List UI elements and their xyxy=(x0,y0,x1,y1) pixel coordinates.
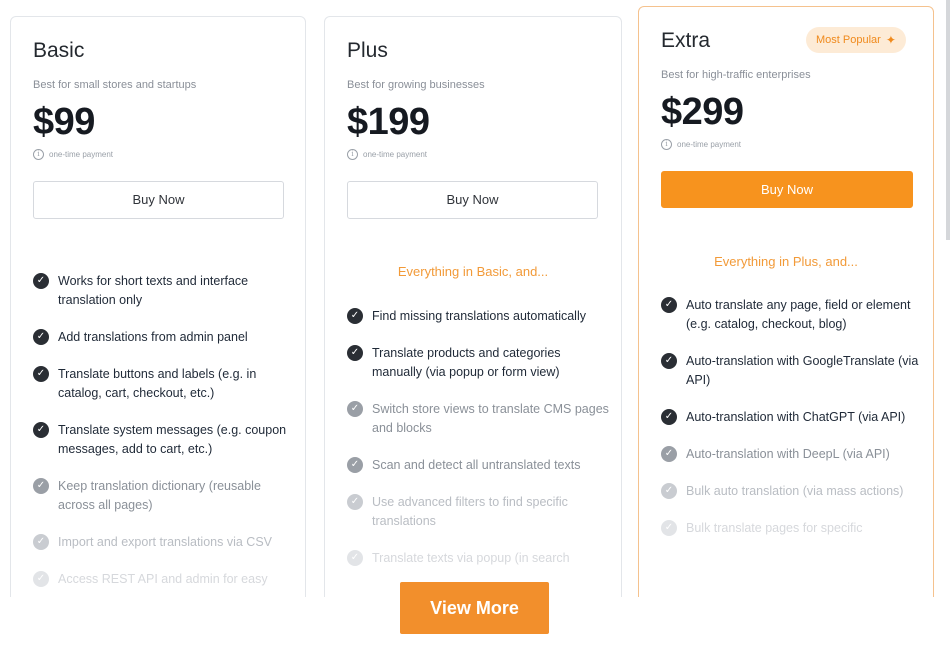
list-item: ✓ Auto-translation with ChatGPT (via API) xyxy=(661,408,925,427)
plan-name: Extra xyxy=(661,29,711,52)
feature-list: ✓ Find missing translations automatically… xyxy=(347,307,613,586)
feature-text: Translate products and categories manual… xyxy=(372,346,561,379)
sparkle-icon: ✦ xyxy=(885,33,896,47)
payment-note-text: one-time payment xyxy=(49,150,114,159)
feature-text: Translate texts via popup (in search xyxy=(372,551,570,565)
list-item: ✓ Import and export translations via CSV xyxy=(33,533,297,552)
feature-text: Translate buttons and labels (e.g. in ca… xyxy=(58,367,257,400)
list-item: ✓ Works for short texts and interface tra… xyxy=(33,272,297,310)
feature-text: Import and export translations via CSV xyxy=(58,535,272,549)
payment-note: i one-time payment xyxy=(661,139,741,150)
feature-text: Add translations from admin panel xyxy=(58,330,248,344)
plan-price: $199 xyxy=(347,101,430,143)
list-item: ✓ Auto-translation with GoogleTranslate (… xyxy=(661,352,925,390)
buy-now-button[interactable]: Buy Now xyxy=(347,181,598,219)
list-item: ✓ Translate system messages (e.g. coupon … xyxy=(33,421,297,459)
check-circle-icon: ✓ xyxy=(347,494,363,510)
check-circle-icon: ✓ xyxy=(33,366,49,382)
list-item: ✓ Translate products and categories manua… xyxy=(347,344,613,382)
list-item: ✓ Auto translate any page, field or eleme… xyxy=(661,296,925,334)
check-circle-icon: ✓ xyxy=(33,534,49,550)
feature-text: Translate system messages (e.g. coupon m… xyxy=(58,423,287,456)
check-circle-icon: ✓ xyxy=(661,446,677,462)
plan-name: Plus xyxy=(347,39,388,62)
feature-text: Find missing translations automatically xyxy=(372,309,586,323)
list-item: ✓ Translate texts via popup (in search xyxy=(347,549,613,568)
list-item: ✓ Bulk translate pages for specific xyxy=(661,519,925,538)
check-circle-icon: ✓ xyxy=(661,520,677,536)
check-circle-icon: ✓ xyxy=(33,571,49,587)
check-circle-icon: ✓ xyxy=(33,422,49,438)
list-item: ✓ Access REST API and admin for easy xyxy=(33,570,297,589)
feature-text: Auto-translation with ChatGPT (via API) xyxy=(686,410,906,424)
feature-text: Auto-translation with DeepL (via API) xyxy=(686,447,890,461)
feature-list: ✓ Auto translate any page, field or eleme… xyxy=(661,296,925,556)
check-circle-icon: ✓ xyxy=(347,550,363,566)
plan-price: $99 xyxy=(33,101,95,143)
feature-text: Bulk translate pages for specific xyxy=(686,521,863,535)
plan-price: $299 xyxy=(661,91,744,133)
check-circle-icon: ✓ xyxy=(33,329,49,345)
buy-now-button[interactable]: Buy Now xyxy=(661,171,913,208)
check-circle-icon: ✓ xyxy=(33,478,49,494)
payment-note: i one-time payment xyxy=(33,149,113,160)
most-popular-badge: Most Popular ✦ xyxy=(806,27,906,53)
feature-text: Keep translation dictionary (reusable ac… xyxy=(58,479,261,512)
info-icon[interactable]: i xyxy=(33,149,44,160)
check-circle-icon: ✓ xyxy=(347,345,363,361)
list-item: ✓ Use advanced filters to find specific t… xyxy=(347,493,613,531)
list-item: ✓ Scan and detect all untranslated texts xyxy=(347,456,613,475)
check-circle-icon: ✓ xyxy=(661,483,677,499)
payment-note: i one-time payment xyxy=(347,149,427,160)
info-icon[interactable]: i xyxy=(661,139,672,150)
check-circle-icon: ✓ xyxy=(347,401,363,417)
check-circle-icon: ✓ xyxy=(661,409,677,425)
list-item: ✓ Keep translation dictionary (reusable a… xyxy=(33,477,297,515)
list-item: ✓ Find missing translations automatically xyxy=(347,307,613,326)
check-circle-icon: ✓ xyxy=(661,297,677,313)
feature-text: Access REST API and admin for easy xyxy=(58,572,268,586)
check-circle-icon: ✓ xyxy=(347,457,363,473)
plan-card-extra: Extra Most Popular ✦ Best for high-traff… xyxy=(638,6,934,646)
plan-description: Best for growing businesses xyxy=(347,79,485,91)
info-icon[interactable]: i xyxy=(347,149,358,160)
payment-note-text: one-time payment xyxy=(363,150,428,159)
feature-text: Use advanced filters to find specific tr… xyxy=(372,495,568,528)
list-item: ✓ Switch store views to translate CMS pag… xyxy=(347,400,613,438)
feature-text: Auto-translation with GoogleTranslate (v… xyxy=(686,354,919,387)
plan-description: Best for small stores and startups xyxy=(33,79,197,91)
plan-intro: Everything in Plus, and... xyxy=(714,254,858,269)
check-circle-icon: ✓ xyxy=(347,308,363,324)
check-circle-icon: ✓ xyxy=(661,353,677,369)
list-item: ✓ Bulk auto translation (via mass actions… xyxy=(661,482,925,501)
plan-card-plus: Plus Best for growing businesses $199 i … xyxy=(324,16,622,656)
feature-text: Scan and detect all untranslated texts xyxy=(372,458,581,472)
badge-label: Most Popular xyxy=(816,34,881,46)
feature-text: Works for short texts and interface tran… xyxy=(58,274,249,307)
list-item: ✓ Translate buttons and labels (e.g. in c… xyxy=(33,365,297,403)
plan-card-basic: Basic Best for small stores and startups… xyxy=(10,16,306,656)
check-circle-icon: ✓ xyxy=(33,273,49,289)
plan-name: Basic xyxy=(33,39,85,62)
feature-text: Bulk auto translation (via mass actions) xyxy=(686,484,904,498)
plan-intro: Everything in Basic, and... xyxy=(397,264,549,279)
feature-text: Auto translate any page, field or elemen… xyxy=(686,298,911,331)
plan-description: Best for high-traffic enterprises xyxy=(661,69,811,81)
buy-now-button[interactable]: Buy Now xyxy=(33,181,284,219)
feature-list: ✓ Works for short texts and interface tra… xyxy=(33,272,297,607)
scrollbar[interactable] xyxy=(946,0,950,240)
feature-text: Switch store views to translate CMS page… xyxy=(372,402,609,435)
list-item: ✓ Add translations from admin panel xyxy=(33,328,297,347)
view-more-button[interactable]: View More xyxy=(400,582,549,634)
payment-note-text: one-time payment xyxy=(677,140,742,149)
list-item: ✓ Auto-translation with DeepL (via API) xyxy=(661,445,925,464)
